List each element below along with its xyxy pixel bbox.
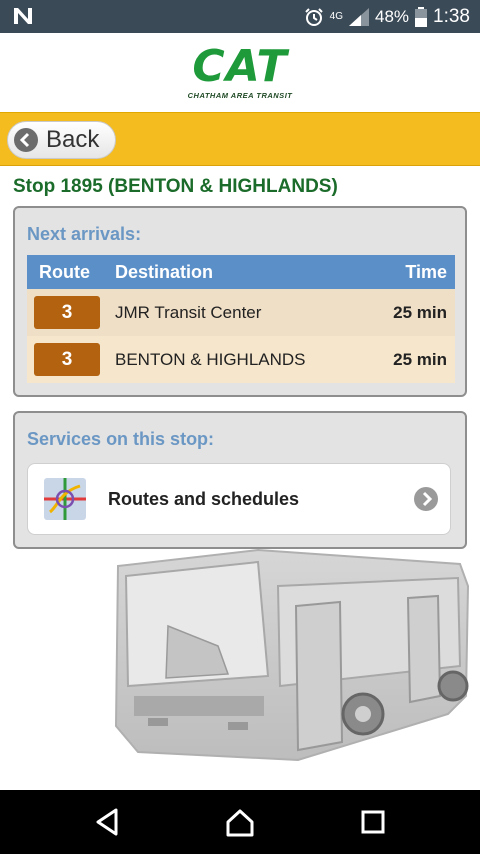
back-arrow-icon xyxy=(14,128,38,152)
destination-cell: JMR Transit Center xyxy=(115,303,262,322)
back-button[interactable]: Back xyxy=(7,121,116,159)
chevron-right-icon xyxy=(414,487,438,511)
app-header: CAT CHATHAM AREA TRANSIT xyxy=(0,33,480,112)
time-cell: 25 min xyxy=(393,350,447,369)
time-cell: 25 min xyxy=(393,303,447,322)
column-time: Time xyxy=(405,262,447,282)
stop-title: Stop 1895 (BENTON & HIGHLANDS) xyxy=(13,176,338,197)
cat-logo: CAT xyxy=(192,41,288,92)
column-destination: Destination xyxy=(115,262,214,282)
arrivals-table-header: Route Destination Time xyxy=(27,255,455,289)
cat-logo-subtitle: CHATHAM AREA TRANSIT xyxy=(187,91,293,100)
alarm-icon xyxy=(304,7,323,26)
notification-n-icon xyxy=(14,8,32,24)
bus-illustration xyxy=(114,548,470,762)
arrivals-panel: Next arrivals: Route Destination Time 3 … xyxy=(13,206,467,397)
route-badge: 3 xyxy=(34,296,100,329)
table-row[interactable]: 3 JMR Transit Center 25 min xyxy=(27,289,455,336)
battery-icon xyxy=(415,6,428,27)
back-button-label: Back xyxy=(46,126,100,153)
nav-recents-icon[interactable] xyxy=(355,804,391,840)
system-nav-bar xyxy=(0,790,480,854)
network-type-label: 4G xyxy=(329,10,343,22)
services-heading: Services on this stop: xyxy=(27,429,215,449)
destination-cell: BENTON & HIGHLANDS xyxy=(115,350,306,369)
clock-time: 1:38 xyxy=(433,5,470,27)
arrivals-heading: Next arrivals: xyxy=(27,224,142,244)
arrivals-table: Route Destination Time 3 JMR Transit Cen… xyxy=(27,255,455,383)
table-row[interactable]: 3 BENTON & HIGHLANDS 25 min xyxy=(27,336,455,383)
nav-back-icon[interactable] xyxy=(90,804,126,840)
toolbar: Back xyxy=(0,112,480,166)
routes-and-schedules-button[interactable]: Routes and schedules xyxy=(27,463,451,535)
services-panel: Services on this stop: Routes and schedu… xyxy=(13,411,467,549)
routes-and-schedules-label: Routes and schedules xyxy=(108,489,300,509)
nav-home-icon[interactable] xyxy=(222,804,258,840)
status-bar: 4G 48% 1:38 xyxy=(0,0,480,33)
battery-percent: 48% xyxy=(374,6,410,26)
route-map-icon xyxy=(44,478,86,520)
signal-icon xyxy=(348,7,369,26)
column-route: Route xyxy=(39,262,90,282)
route-badge: 3 xyxy=(34,343,100,376)
